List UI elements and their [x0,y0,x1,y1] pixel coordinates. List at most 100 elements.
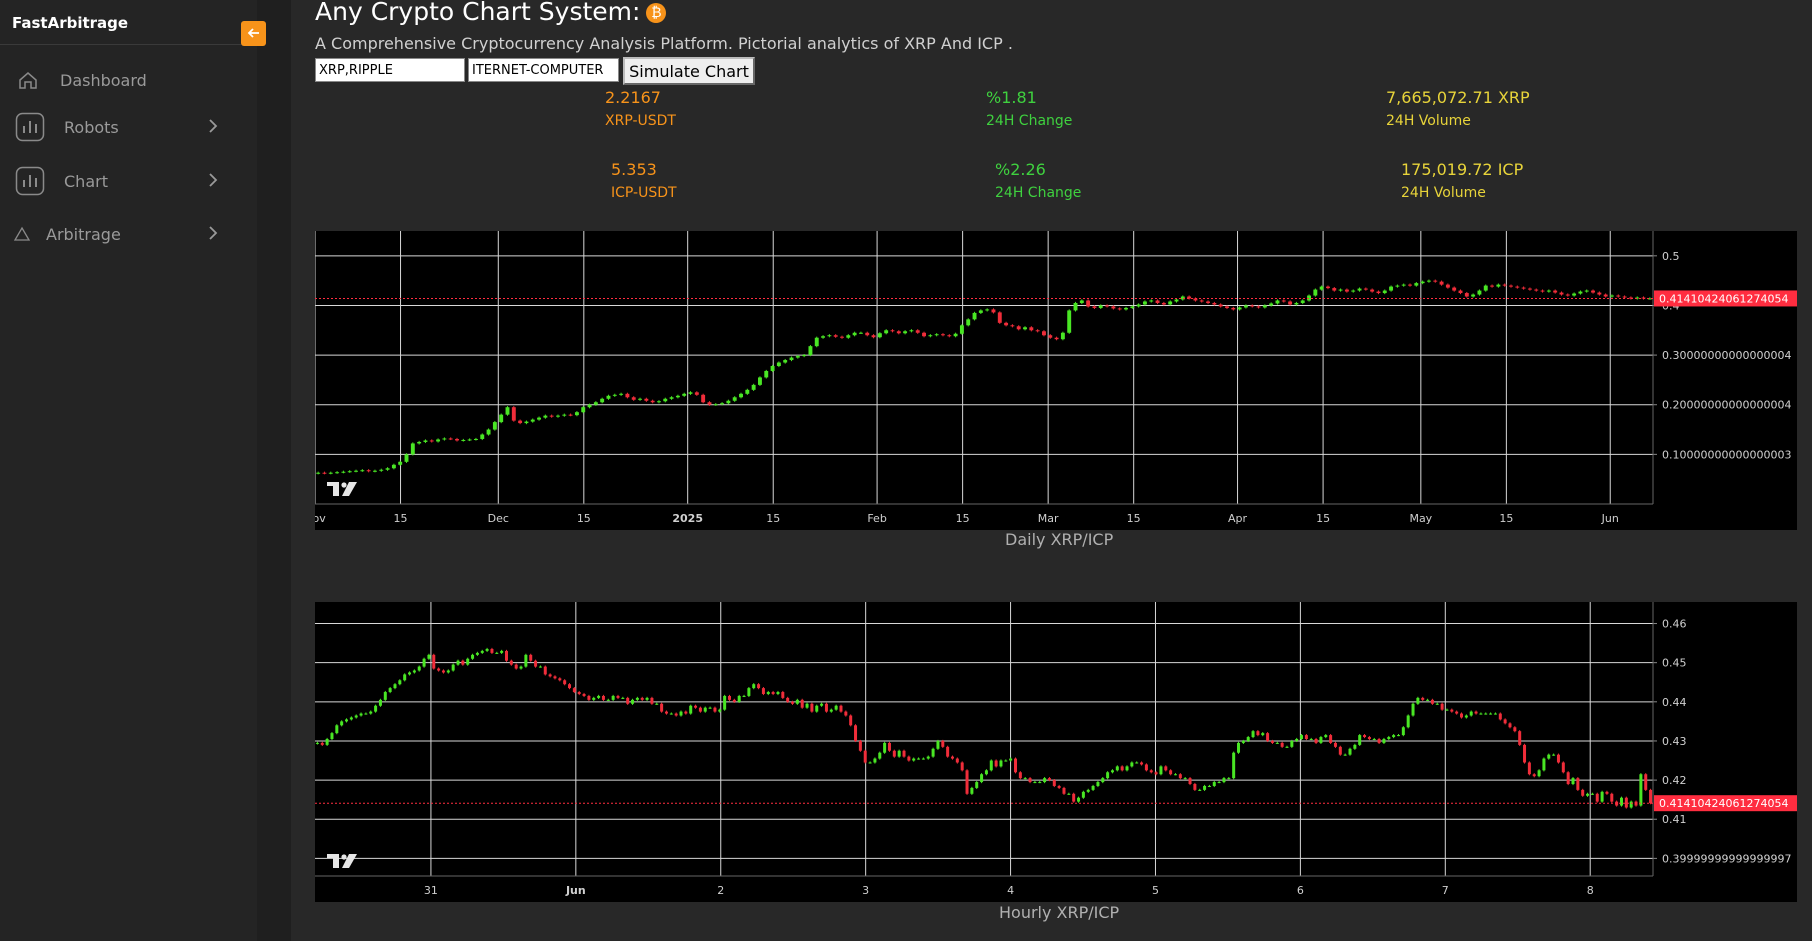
candle [800,699,804,708]
candle [1639,774,1643,806]
sidebar-item-robots[interactable]: Robots [14,109,244,145]
candle [820,703,824,706]
candle [1435,703,1439,705]
candle [997,312,1002,323]
candle [1649,789,1653,804]
candle [650,400,655,403]
candle [1212,302,1217,305]
candle [330,733,334,739]
chart-svg: 0.50.40.300000000000000040.2000000000000… [315,231,1797,525]
chevron-right-icon [206,171,220,193]
candle [1363,735,1367,738]
sidebar-item-dashboard[interactable]: Dashboard [14,62,244,98]
candle [1595,793,1599,802]
candle [984,770,988,775]
candle [374,705,378,712]
candle [669,713,673,715]
chart-svg: 0.46 0.45 0.44 0.43 0.42 0.41 0.39999999999999… [315,602,1797,897]
candle [970,787,974,794]
y-tick-label: 0.20000000000000004 [1662,399,1791,412]
daily-chart[interactable]: 0.50.40.300000000000000040.2000000000000… [315,231,1797,530]
candle [1610,295,1614,297]
sidebar-item-chart[interactable]: Chart [14,163,244,199]
candle [926,756,930,759]
candle [490,648,494,653]
candle [448,438,453,440]
candle [1144,764,1148,771]
candle [1140,762,1144,765]
candle [1060,332,1065,340]
candle [1225,306,1229,308]
collapse-sidebar-button[interactable] [241,21,266,46]
candle [834,705,838,710]
candle [423,440,428,442]
hourly-chart[interactable]: 0.46 0.45 0.44 0.43 0.42 0.41 0.39999999999999… [315,602,1797,902]
brand-name: FastArbitrage [12,14,129,32]
candle [328,472,333,474]
simulate-chart-button[interactable]: Simulate Chart [623,57,755,85]
candle [1439,281,1444,285]
candle [403,674,407,681]
candle [737,695,741,702]
home-icon [14,66,42,94]
candle [873,758,877,763]
candle [1518,731,1522,745]
candle [1348,748,1352,755]
candle [340,721,344,726]
candle [1493,713,1497,715]
x-tick-label: Feb [867,512,886,525]
current-price-label: 0.41410424061274054 [1659,797,1788,810]
candle [1503,719,1507,724]
candle [1231,307,1236,310]
candle [757,684,761,689]
candle [955,758,959,763]
candle [538,666,542,668]
candle [972,312,977,320]
candle [1243,305,1248,308]
candle [703,707,707,712]
candle [1426,280,1431,282]
candle [562,414,567,416]
candle [849,715,853,726]
candle [519,666,523,669]
candle [1295,739,1299,741]
candle [619,393,624,395]
candle [887,742,891,751]
candle [1515,286,1520,288]
candle [475,652,479,655]
candle [495,652,499,654]
candle [1300,735,1304,739]
candle [568,684,572,689]
triangle-icon [14,220,30,248]
candle [1490,285,1495,287]
candle [708,707,712,709]
candle [1023,778,1027,780]
sidebar-item-arbitrage[interactable]: Arbitrage [14,216,244,252]
candle [563,680,567,685]
candle [597,695,601,698]
candle [1338,746,1342,755]
candle [1269,303,1274,306]
candle [1619,797,1623,806]
x-tick-label: 15 [956,512,970,525]
candle [884,330,889,334]
candle [556,415,560,417]
candle [1363,288,1368,290]
candle [398,680,402,685]
coin1-input[interactable] [315,58,465,82]
candle [814,337,819,347]
candle [912,758,916,761]
candle [808,346,813,356]
candle [378,699,382,706]
candle [1566,772,1570,785]
candle [1358,735,1362,745]
candle [616,695,620,698]
candle [723,695,727,710]
candle [1546,290,1551,292]
candle [592,697,596,700]
candle [751,384,756,390]
candle [732,397,737,401]
candle [505,407,510,415]
coin2-input[interactable] [468,58,619,82]
candle [727,695,731,700]
